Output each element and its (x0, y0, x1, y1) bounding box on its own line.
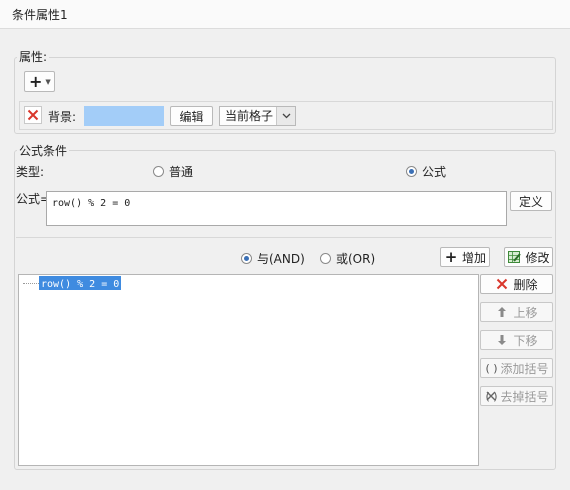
formula-divider (16, 237, 552, 238)
dropdown-arrow-icon: ▼ (45, 77, 51, 86)
normal-radio-label: 普通 (169, 165, 194, 179)
move-down-label: 下移 (513, 333, 538, 348)
remove-parentheses-button[interactable]: ( ) 去掉括号 (480, 386, 553, 406)
arrow-up-icon (495, 305, 509, 319)
add-attribute-button[interactable]: + ▼ (24, 71, 55, 92)
and-radio[interactable] (241, 253, 252, 264)
list-item[interactable]: row() % 2 = 0 (39, 276, 122, 290)
formula-radio[interactable] (406, 166, 417, 177)
plus-icon: + (444, 248, 458, 266)
or-radio-label: 或(OR) (336, 252, 376, 266)
logic-option-and[interactable]: 与(AND) (241, 250, 305, 267)
formula-radio-label: 公式 (422, 165, 447, 179)
condition-text: row() % 2 = 0 (41, 279, 120, 290)
move-up-label: 上移 (513, 305, 538, 320)
add-parentheses-label: 添加括号 (500, 361, 549, 376)
modify-condition-button[interactable]: 修改 (504, 247, 553, 267)
formula-condition-group-label: 公式条件 (17, 142, 70, 159)
scope-select-value: 当前格子 (225, 109, 274, 123)
red-x-icon (495, 277, 509, 291)
add-condition-label: 增加 (461, 250, 486, 265)
or-radio[interactable] (320, 253, 331, 264)
title-bar: 条件属性1 (0, 0, 570, 29)
logic-option-or[interactable]: 或(OR) (320, 250, 375, 267)
and-radio-label: 与(AND) (257, 252, 305, 266)
arrow-down-icon (495, 333, 509, 347)
edit-background-button[interactable]: 编辑 (170, 106, 213, 126)
delete-label: 删除 (513, 277, 538, 292)
attributes-group-label: 属性: (17, 48, 50, 65)
add-parentheses-icon: ( ) (485, 361, 498, 375)
remove-parentheses-icon: ( ) (485, 389, 498, 403)
background-color-swatch[interactable] (84, 106, 164, 126)
scope-select[interactable]: 当前格子 (219, 106, 296, 126)
move-down-button[interactable]: 下移 (480, 330, 553, 350)
type-option-normal[interactable]: 普通 (153, 163, 193, 180)
formula-label: 公式= (16, 192, 51, 206)
add-parentheses-button[interactable]: ( ) 添加括号 (480, 358, 553, 378)
modify-condition-label: 修改 (525, 250, 550, 265)
conditions-list[interactable]: row() % 2 = 0 (18, 274, 479, 466)
type-option-formula[interactable]: 公式 (406, 163, 446, 180)
edit-grid-icon (507, 250, 521, 264)
remove-background-button[interactable] (24, 106, 42, 124)
formula-input-value: row() % 2 = 0 (52, 198, 131, 209)
window-title: 条件属性1 (12, 8, 68, 22)
type-label: 类型: (16, 165, 45, 179)
tree-connector-line (23, 283, 39, 284)
delete-button[interactable]: 删除 (480, 274, 553, 294)
formula-input[interactable]: row() % 2 = 0 (46, 191, 507, 226)
move-up-button[interactable]: 上移 (480, 302, 553, 322)
plus-icon: + (29, 71, 43, 91)
define-button[interactable]: 定义 (510, 191, 552, 211)
normal-radio[interactable] (153, 166, 164, 177)
add-condition-button[interactable]: + 增加 (440, 247, 490, 267)
chevron-down-icon (276, 107, 295, 125)
red-x-icon (27, 109, 39, 121)
remove-parentheses-label: 去掉括号 (500, 389, 549, 404)
background-label: 背景: (48, 110, 77, 124)
